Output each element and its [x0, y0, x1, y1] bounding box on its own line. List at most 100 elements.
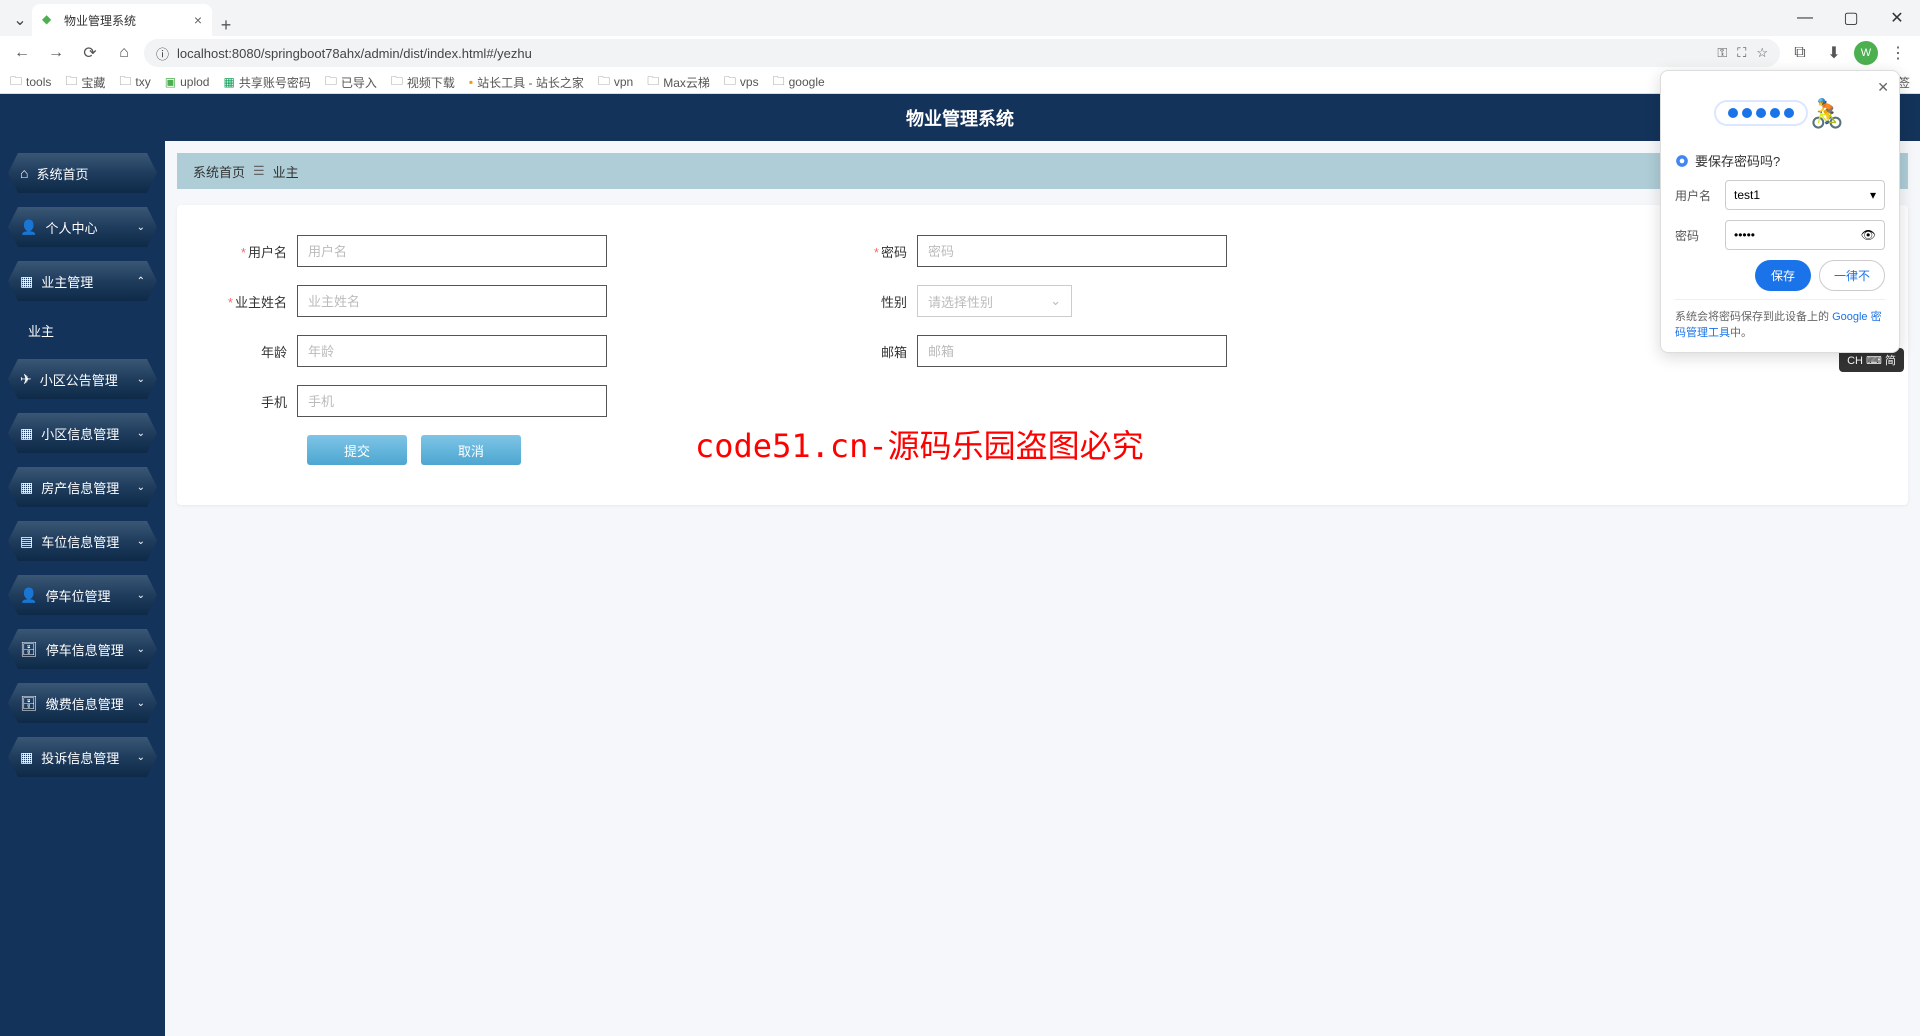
- chevron-down-icon: ⌄: [137, 222, 145, 233]
- translate-icon[interactable]: ⛶: [1737, 45, 1746, 61]
- archive-icon: 🗄: [20, 641, 38, 658]
- extensions-icon[interactable]: ⧉: [1786, 39, 1814, 67]
- menu-icon[interactable]: ⋮: [1884, 39, 1912, 67]
- chevron-down-icon: ⌄: [137, 590, 145, 601]
- owner-input[interactable]: [297, 285, 607, 317]
- site-info-icon[interactable]: ⓘ: [156, 44, 169, 63]
- minimize-button[interactable]: —: [1782, 0, 1828, 36]
- user-icon: 👤: [20, 587, 37, 604]
- forward-button[interactable]: →: [42, 39, 70, 67]
- file-icon: ▣: [165, 75, 176, 89]
- folder-icon: 🗀: [724, 72, 736, 93]
- menu-community[interactable]: ▦小区信息管理⌄: [8, 413, 157, 453]
- chevron-down-icon: ⌄: [137, 536, 145, 547]
- tab-close-icon[interactable]: ×: [194, 12, 202, 28]
- popup-never-button[interactable]: 一律不: [1819, 260, 1885, 291]
- password-save-popup: ✕ 🚴 要保存密码吗? 用户名 test1▾ 密码 •••••👁 保存 一律不 …: [1660, 70, 1900, 353]
- grid-icon: ▦: [20, 479, 33, 496]
- chevron-up-icon: ⌃: [137, 276, 145, 287]
- menu-personal[interactable]: 👤个人中心⌄: [8, 207, 157, 247]
- submit-button[interactable]: 提交: [307, 435, 407, 465]
- bookmark-max[interactable]: 🗀Max云梯: [647, 72, 710, 93]
- menu-owner[interactable]: ▦业主管理⌃: [8, 261, 157, 301]
- bookmark-treasure[interactable]: 🗀宝藏: [65, 72, 105, 93]
- menu-parkinglot[interactable]: 👤停车位管理⌄: [8, 575, 157, 615]
- google-icon: [1675, 154, 1689, 168]
- submenu-owner[interactable]: 业主: [8, 315, 157, 345]
- bookmark-tools[interactable]: 🗀tools: [10, 72, 51, 93]
- tab-title: 物业管理系统: [64, 12, 136, 29]
- profile-avatar[interactable]: W: [1854, 41, 1878, 65]
- popup-save-button[interactable]: 保存: [1755, 260, 1811, 291]
- phone-input[interactable]: [297, 385, 607, 417]
- chevron-down-icon: ⌄: [137, 644, 145, 655]
- url-text: localhost:8080/springboot78ahx/admin/dis…: [177, 46, 532, 61]
- breadcrumb: 系统首页 ☰ 业主: [177, 153, 1908, 189]
- folder-icon: 🗀: [325, 72, 337, 93]
- popup-pass-input[interactable]: •••••👁: [1725, 220, 1885, 250]
- bookmark-video[interactable]: 🗀视频下载: [391, 72, 455, 93]
- chevron-down-icon: ⌄: [137, 428, 145, 439]
- back-button[interactable]: ←: [8, 39, 36, 67]
- close-window-button[interactable]: ✕: [1874, 0, 1920, 36]
- age-input[interactable]: [297, 335, 607, 367]
- site-icon: ▪: [469, 75, 473, 89]
- owner-label: *业主姓名: [197, 292, 297, 311]
- password-label: *密码: [817, 242, 917, 261]
- bookmark-google[interactable]: 🗀google: [773, 72, 825, 93]
- maximize-button[interactable]: ▢: [1828, 0, 1874, 36]
- bookmarks-bar: 🗀tools 🗀宝藏 🗀txy ▣uplod ▦共享账号密码 🗀已导入 🗀视频下…: [0, 70, 1920, 94]
- bookmark-webmaster[interactable]: ▪站长工具 - 站长之家: [469, 74, 584, 91]
- form-panel: *用户名 *密码 *业主姓名 性别 请选择性别⌄: [177, 205, 1908, 505]
- chevron-down-icon: ⌄: [137, 374, 145, 385]
- key-icon[interactable]: ⚿: [1717, 45, 1727, 61]
- menu-notice[interactable]: ✈小区公告管理⌄: [8, 359, 157, 399]
- bookmark-vpn[interactable]: 🗀vpn: [598, 72, 633, 93]
- user-icon: 👤: [20, 219, 37, 236]
- new-tab-button[interactable]: +: [212, 15, 240, 36]
- chevron-down-icon: ⌄: [1050, 293, 1061, 309]
- gender-label: 性别: [817, 292, 917, 311]
- menu-payment[interactable]: 🗄缴费信息管理⌄: [8, 683, 157, 723]
- menu-property[interactable]: ▦房产信息管理⌄: [8, 467, 157, 507]
- archive-icon: 🗄: [20, 695, 38, 712]
- menu-home[interactable]: ⌂系统首页: [8, 153, 157, 193]
- breadcrumb-home[interactable]: 系统首页: [193, 162, 245, 181]
- bookmark-star-icon[interactable]: ☆: [1756, 45, 1768, 61]
- popup-close-icon[interactable]: ✕: [1877, 79, 1889, 96]
- email-input[interactable]: [917, 335, 1227, 367]
- age-label: 年龄: [197, 342, 297, 361]
- gender-select[interactable]: 请选择性别⌄: [917, 285, 1072, 317]
- password-input[interactable]: [917, 235, 1227, 267]
- folder-icon: 🗀: [10, 72, 22, 93]
- popup-user-label: 用户名: [1675, 187, 1725, 204]
- grid-icon: ▦: [20, 425, 33, 442]
- cancel-button[interactable]: 取消: [421, 435, 521, 465]
- grid-icon: ▦: [20, 273, 33, 290]
- reload-button[interactable]: ⟳: [76, 39, 104, 67]
- popup-pass-label: 密码: [1675, 227, 1725, 244]
- bookmark-txy[interactable]: 🗀txy: [119, 72, 150, 93]
- address-bar[interactable]: ⓘ localhost:8080/springboot78ahx/admin/d…: [144, 39, 1780, 67]
- home-icon: ⌂: [20, 165, 28, 181]
- folder-icon: 🗀: [119, 72, 131, 93]
- popup-footer: 系统会将密码保存到此设备上的 Google 密码管理工具中。: [1675, 299, 1885, 340]
- menu-parkinfo[interactable]: 🗄停车信息管理⌄: [8, 629, 157, 669]
- menu-complaint[interactable]: ▦投诉信息管理⌄: [8, 737, 157, 777]
- bookmark-vps[interactable]: 🗀vps: [724, 72, 759, 93]
- popup-user-select[interactable]: test1▾: [1725, 180, 1885, 210]
- bookmark-shared[interactable]: ▦共享账号密码: [223, 74, 310, 91]
- username-label: *用户名: [197, 242, 297, 261]
- bookmark-uplod[interactable]: ▣uplod: [165, 75, 210, 89]
- username-input[interactable]: [297, 235, 607, 267]
- menu-parking[interactable]: ▤车位信息管理⌄: [8, 521, 157, 561]
- eye-icon[interactable]: 👁: [1861, 228, 1876, 242]
- folder-icon: 🗀: [65, 72, 77, 93]
- download-icon[interactable]: ⬇: [1820, 39, 1848, 67]
- folder-icon: 🗀: [598, 72, 610, 93]
- email-label: 邮箱: [817, 342, 917, 361]
- bookmark-imported[interactable]: 🗀已导入: [325, 72, 377, 93]
- browser-tab[interactable]: ◆ 物业管理系统 ×: [32, 4, 212, 36]
- home-button[interactable]: ⌂: [110, 39, 138, 67]
- tab-dropdown[interactable]: ⌄: [8, 4, 32, 36]
